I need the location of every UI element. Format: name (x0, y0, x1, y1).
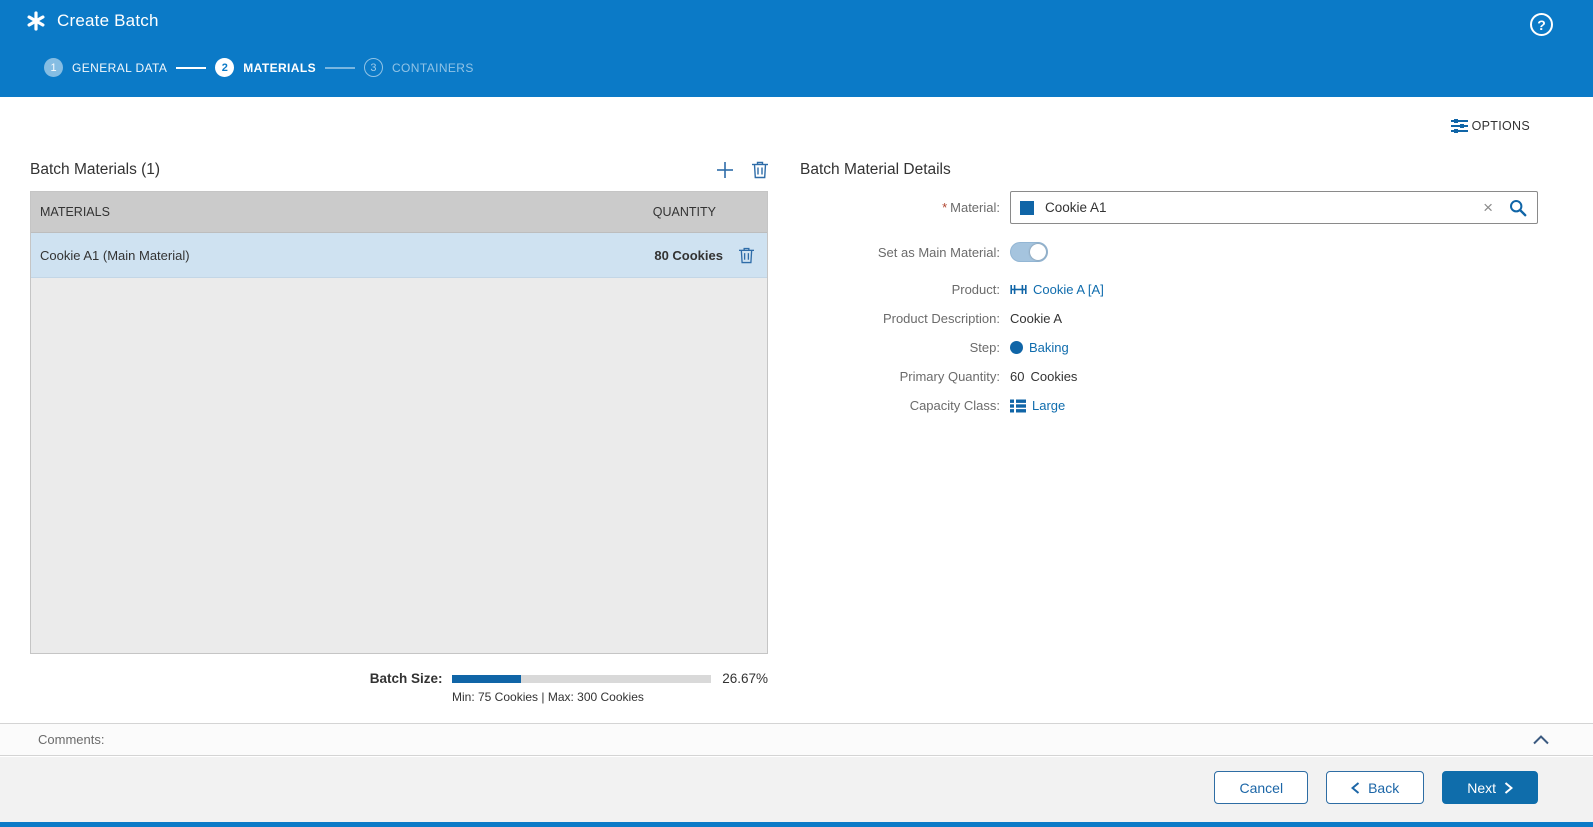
page-title: Create Batch (57, 11, 159, 30)
material-quantity-cell: 80 Cookies (654, 247, 723, 263)
column-quantity: QUANTITY (652, 205, 716, 219)
batch-asterisk-icon (27, 11, 45, 31)
row-delete-button[interactable] (739, 247, 754, 264)
step-general-data[interactable]: 1 GENERAL DATA (44, 58, 167, 77)
set-main-material-label: Set as Main Material: (877, 244, 1000, 260)
details-title: Batch Material Details (800, 161, 951, 178)
cancel-button[interactable]: Cancel (1214, 771, 1309, 804)
table-row[interactable]: Cookie A1 (Main Material) 80 Cookies (31, 233, 767, 278)
sliders-icon (1450, 119, 1468, 133)
step-3-circle: 3 (363, 58, 383, 77)
product-label: Product: (951, 282, 1000, 297)
trash-icon (752, 161, 768, 179)
dialog-footer: Cancel Back Next (0, 757, 1593, 827)
material-value: Cookie A1 (1045, 200, 1107, 215)
step-connector (176, 66, 207, 69)
capacity-class-icon (1010, 399, 1026, 412)
material-label: * Material: (942, 200, 1000, 215)
chevron-right-icon (1504, 781, 1513, 794)
primary-quantity-label: Primary Quantity: (899, 369, 1000, 384)
chevron-left-icon (1351, 781, 1360, 794)
capacity-class-link[interactable]: Large (1010, 398, 1065, 413)
next-button[interactable]: Next (1442, 771, 1538, 804)
step-materials[interactable]: 2 MATERIALS (215, 58, 316, 77)
product-description-label: Product Description: (882, 311, 1000, 326)
help-icon[interactable]: ? (1530, 13, 1553, 36)
step-containers[interactable]: 3 CONTAINERS (363, 58, 474, 77)
trash-icon (739, 247, 754, 263)
primary-quantity-value: 60 (1010, 369, 1025, 384)
material-name-cell: Cookie A1 (Main Material) (40, 247, 190, 263)
step-2-circle: 2 (215, 58, 235, 77)
set-main-material-toggle[interactable] (1010, 242, 1048, 262)
column-materials: MATERIALS (40, 205, 110, 219)
batch-size-label: Batch Size: (369, 671, 443, 686)
step-1-circle: 1 (44, 58, 63, 77)
options-label: OPTIONS (1471, 119, 1530, 133)
step-circle-icon (1010, 341, 1023, 354)
plus-icon (717, 162, 733, 178)
batch-size-range: Min: 75 Cookies | Max: 300 Cookies (452, 690, 644, 704)
options-button[interactable]: OPTIONS (1450, 118, 1530, 134)
comments-label: Comments: (38, 732, 105, 747)
dialog-header: Create Batch ? 1 GENERAL DATA 2 MATERIAL… (0, 0, 1593, 97)
step-link[interactable]: Baking (1010, 340, 1069, 355)
materials-table-header: MATERIALS QUANTITY (31, 192, 767, 233)
batch-size-percent: 26.67% (722, 671, 768, 686)
batch-size-fill (451, 674, 521, 683)
step-label: Step: (969, 340, 1000, 355)
product-link[interactable]: Cookie A [A] (1010, 282, 1104, 297)
search-icon[interactable] (1499, 199, 1529, 217)
batch-material-details-panel: Batch Material Details * Material: Cookie… (800, 155, 1560, 427)
clear-icon[interactable]: × (1477, 199, 1499, 216)
capacity-class-label: Capacity Class: (909, 398, 1000, 413)
create-batch-dialog: Create Batch ? 1 GENERAL DATA 2 MATERIAL… (0, 0, 1593, 827)
chevron-up-icon (1533, 734, 1549, 744)
back-button[interactable]: Back (1326, 771, 1425, 804)
batch-size-section: Batch Size: 26.67% (30, 671, 768, 686)
collapse-comments-button[interactable] (1533, 734, 1549, 745)
comments-section: Comments: (0, 723, 1593, 756)
required-asterisk: * (942, 200, 948, 215)
wizard-steps: 1 GENERAL DATA 2 MATERIALS 3 CONTAINERS (44, 58, 474, 77)
materials-table: MATERIALS QUANTITY Cookie A1 (Main Mater… (30, 191, 768, 654)
material-input[interactable]: Cookie A1 × (1010, 191, 1538, 224)
batch-materials-panel: Batch Materials (1) MATERIALS QUANTITY C… (30, 155, 768, 704)
bottom-accent-bar (0, 822, 1593, 827)
delete-material-button[interactable] (752, 161, 768, 179)
batch-materials-title: Batch Materials (1) (30, 161, 161, 178)
material-type-icon (1020, 200, 1034, 215)
add-material-button[interactable] (715, 160, 735, 180)
step-connector (324, 66, 355, 69)
product-description-value: Cookie A (1010, 311, 1063, 326)
primary-quantity-unit: Cookies (1030, 369, 1078, 384)
batch-size-progressbar (451, 674, 712, 683)
product-bom-icon (1010, 285, 1027, 294)
